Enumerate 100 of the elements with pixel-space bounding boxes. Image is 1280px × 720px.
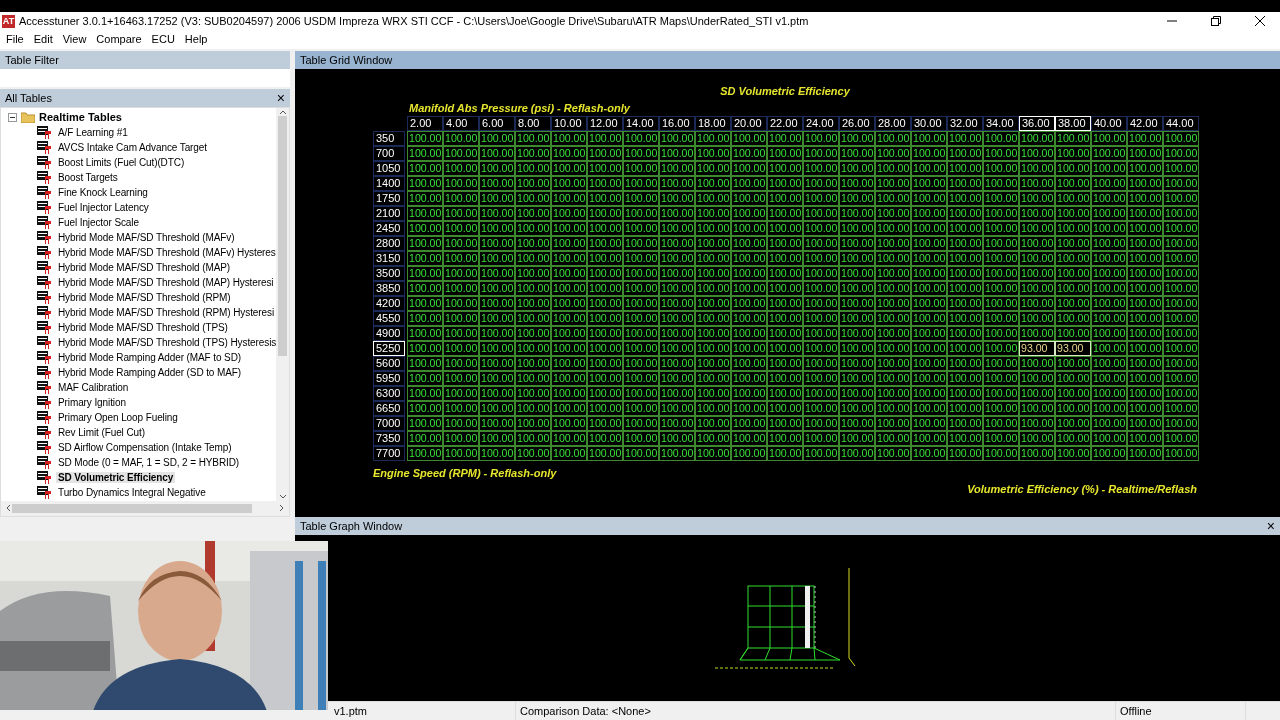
table-cell[interactable]: 100.00 <box>1055 220 1091 236</box>
tree-item[interactable]: Fuel Injector Scale <box>56 216 141 228</box>
table-cell[interactable]: 100.00 <box>695 415 731 431</box>
table-cell[interactable]: 100.00 <box>1055 235 1091 251</box>
table-cell[interactable]: 100.00 <box>551 385 587 401</box>
table-cell[interactable]: 100.00 <box>443 295 479 311</box>
tree-item[interactable]: Hybrid Mode Ramping Adder (MAF to SD) <box>56 351 244 363</box>
table-cell[interactable]: 100.00 <box>695 430 731 446</box>
table-cell[interactable]: 100.00 <box>587 160 623 176</box>
table-cell[interactable]: 100.00 <box>551 340 587 356</box>
table-cell[interactable]: 100.00 <box>1019 190 1055 206</box>
table-cell[interactable]: 100.00 <box>695 385 731 401</box>
table-cell[interactable]: 100.00 <box>551 325 587 341</box>
column-header[interactable]: 2.00 <box>407 115 443 131</box>
table-cell[interactable]: 100.00 <box>587 295 623 311</box>
table-cell[interactable]: 100.00 <box>839 355 875 371</box>
table-cell[interactable]: 100.00 <box>1091 175 1127 191</box>
table-cell[interactable]: 100.00 <box>407 265 443 281</box>
menu-item[interactable]: File <box>1 33 29 46</box>
column-header[interactable]: 34.00 <box>983 115 1019 131</box>
table-cell[interactable]: 100.00 <box>839 235 875 251</box>
table-cell[interactable]: 100.00 <box>983 235 1019 251</box>
table-cell[interactable]: 100.00 <box>731 355 767 371</box>
table-cell[interactable]: 100.00 <box>803 160 839 176</box>
table-cell[interactable]: 100.00 <box>1091 325 1127 341</box>
table-cell[interactable]: 100.00 <box>911 385 947 401</box>
table-cell[interactable]: 100.00 <box>695 370 731 386</box>
table-cell[interactable]: 100.00 <box>1055 250 1091 266</box>
table-cell[interactable]: 100.00 <box>947 385 983 401</box>
table-cell[interactable]: 100.00 <box>1163 445 1199 461</box>
table-cell[interactable]: 100.00 <box>551 310 587 326</box>
table-cell[interactable]: 100.00 <box>767 355 803 371</box>
row-header[interactable]: 1050 <box>373 160 405 176</box>
table-cell[interactable]: 100.00 <box>695 175 731 191</box>
table-cell[interactable]: 100.00 <box>587 340 623 356</box>
table-cell[interactable]: 100.00 <box>623 385 659 401</box>
table-cell[interactable]: 100.00 <box>1055 130 1091 146</box>
table-cell[interactable]: 100.00 <box>479 370 515 386</box>
table-cell[interactable]: 100.00 <box>983 385 1019 401</box>
table-cell[interactable]: 100.00 <box>1091 160 1127 176</box>
table-cell[interactable]: 100.00 <box>875 130 911 146</box>
table-cell[interactable]: 100.00 <box>623 130 659 146</box>
table-cell[interactable]: 100.00 <box>1055 445 1091 461</box>
table-cell[interactable]: 100.00 <box>695 235 731 251</box>
table-cell[interactable]: 100.00 <box>659 385 695 401</box>
table-cell[interactable]: 100.00 <box>623 370 659 386</box>
tree-item[interactable]: Hybrid Mode MAF/SD Threshold (MAFv) Hysteres <box>56 246 276 258</box>
tree-item[interactable]: Turbo Dynamics Integral Negative <box>56 486 208 498</box>
table-cell[interactable]: 100.00 <box>1163 295 1199 311</box>
table-cell[interactable]: 100.00 <box>551 430 587 446</box>
table-cell[interactable]: 100.00 <box>803 220 839 236</box>
table-cell[interactable]: 100.00 <box>659 415 695 431</box>
table-cell[interactable]: 100.00 <box>623 295 659 311</box>
table-cell[interactable]: 100.00 <box>551 265 587 281</box>
table-cell[interactable]: 100.00 <box>695 130 731 146</box>
table-cell[interactable]: 100.00 <box>731 310 767 326</box>
table-cell[interactable]: 100.00 <box>983 310 1019 326</box>
table-cell[interactable]: 100.00 <box>695 205 731 221</box>
table-cell[interactable]: 100.00 <box>767 310 803 326</box>
table-cell[interactable]: 100.00 <box>911 130 947 146</box>
table-cell[interactable]: 100.00 <box>443 160 479 176</box>
table-cell[interactable]: 100.00 <box>623 400 659 416</box>
table-cell[interactable]: 100.00 <box>839 205 875 221</box>
table-cell[interactable]: 100.00 <box>407 145 443 161</box>
table-cell[interactable]: 100.00 <box>623 250 659 266</box>
table-cell[interactable]: 100.00 <box>911 355 947 371</box>
table-cell[interactable]: 100.00 <box>407 370 443 386</box>
table-cell[interactable]: 100.00 <box>839 325 875 341</box>
table-cell[interactable]: 100.00 <box>515 445 551 461</box>
table-cell[interactable]: 100.00 <box>947 145 983 161</box>
table-cell[interactable]: 100.00 <box>947 190 983 206</box>
table-cell[interactable]: 100.00 <box>875 265 911 281</box>
table-cell[interactable]: 100.00 <box>587 325 623 341</box>
table-cell[interactable]: 100.00 <box>911 415 947 431</box>
table-cell[interactable]: 100.00 <box>731 430 767 446</box>
table-cell[interactable]: 100.00 <box>767 145 803 161</box>
table-cell[interactable]: 100.00 <box>551 400 587 416</box>
table-cell[interactable]: 100.00 <box>1055 280 1091 296</box>
table-cell[interactable]: 100.00 <box>947 400 983 416</box>
row-header[interactable]: 7000 <box>373 415 405 431</box>
table-cell[interactable]: 100.00 <box>1091 265 1127 281</box>
table-cell[interactable]: 100.00 <box>695 295 731 311</box>
row-header[interactable]: 5950 <box>373 370 405 386</box>
table-cell[interactable]: 100.00 <box>479 415 515 431</box>
table-cell[interactable]: 100.00 <box>767 235 803 251</box>
table-cell[interactable]: 100.00 <box>479 430 515 446</box>
table-cell[interactable]: 100.00 <box>983 355 1019 371</box>
table-cell[interactable]: 100.00 <box>407 220 443 236</box>
table-cell[interactable]: 100.00 <box>1127 235 1163 251</box>
column-header[interactable]: 24.00 <box>803 115 839 131</box>
table-cell[interactable]: 100.00 <box>731 295 767 311</box>
table-cell[interactable]: 100.00 <box>443 415 479 431</box>
table-cell[interactable]: 100.00 <box>659 265 695 281</box>
table-cell[interactable]: 100.00 <box>443 430 479 446</box>
table-cell[interactable]: 100.00 <box>407 340 443 356</box>
tree-item[interactable]: Hybrid Mode MAF/SD Threshold (RPM) <box>56 291 233 303</box>
table-cell[interactable]: 100.00 <box>1127 220 1163 236</box>
table-cell[interactable]: 100.00 <box>1019 400 1055 416</box>
table-cell[interactable]: 100.00 <box>515 160 551 176</box>
table-cell[interactable]: 100.00 <box>911 295 947 311</box>
